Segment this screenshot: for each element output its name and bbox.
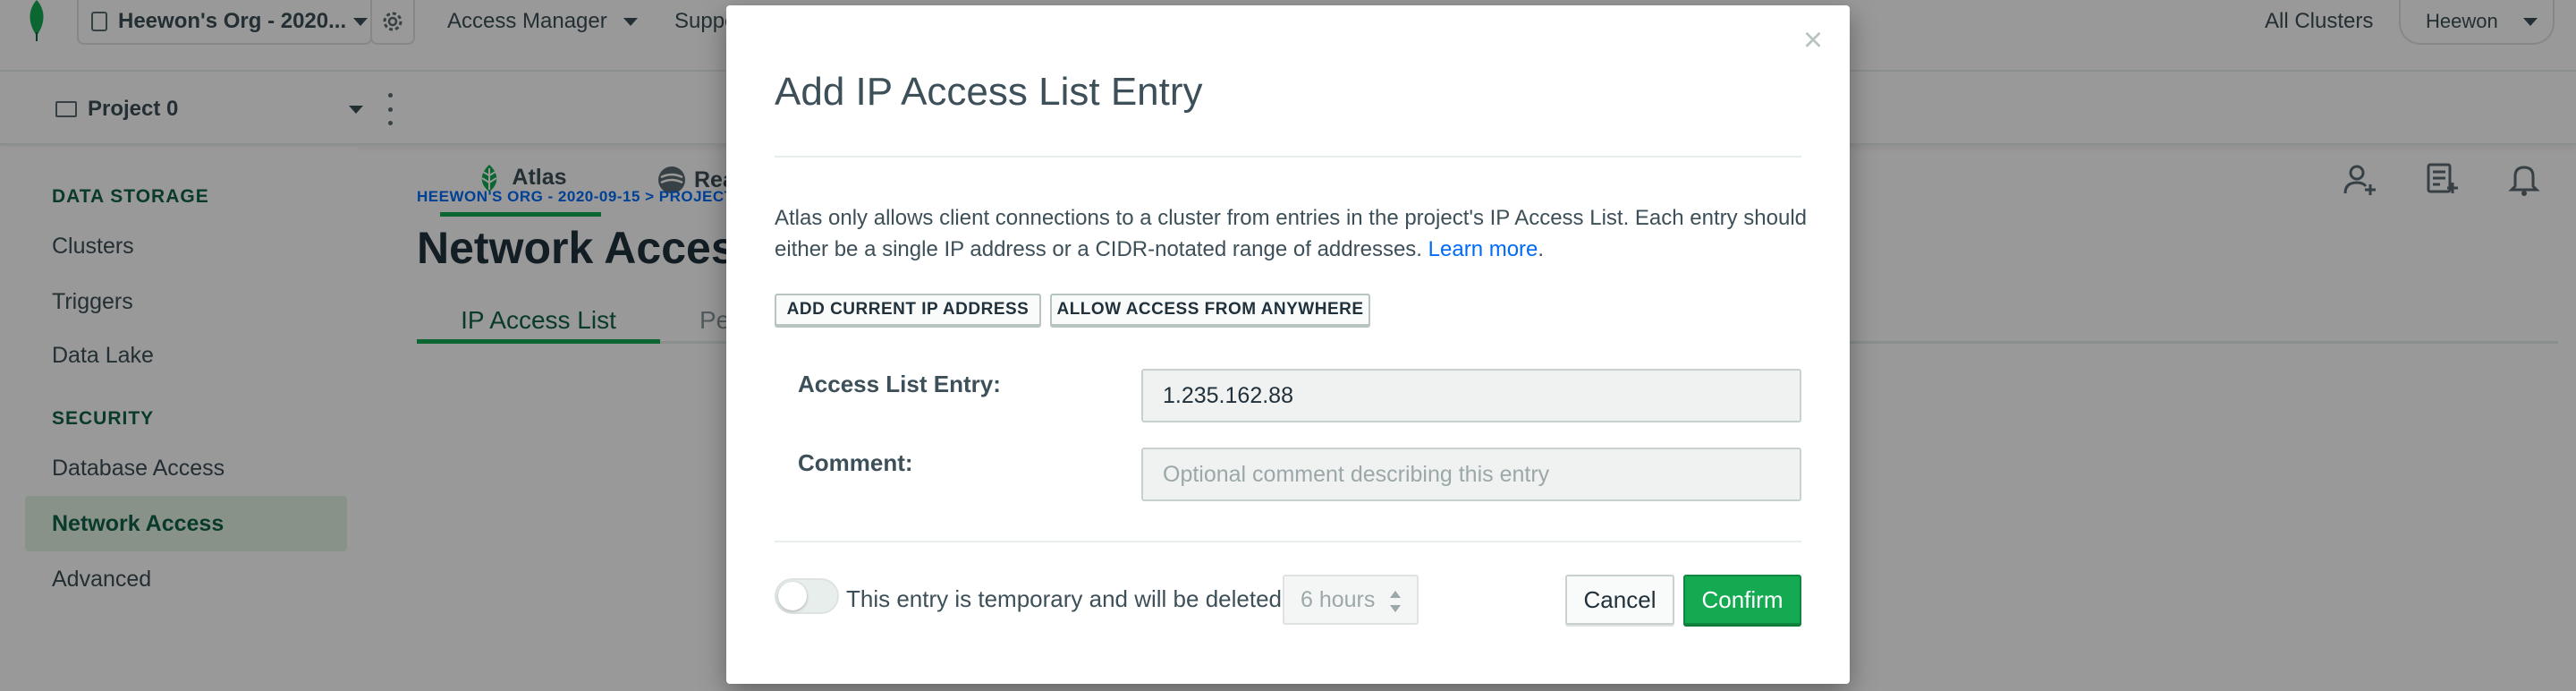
duration-value: 6 hours	[1301, 586, 1376, 612]
toggle-knob	[778, 582, 807, 610]
modal-header-divider	[775, 156, 1801, 158]
close-icon[interactable]: ×	[1800, 23, 1826, 57]
modal-footer-divider	[775, 541, 1801, 542]
confirm-button[interactable]: Confirm	[1683, 575, 1801, 625]
duration-select[interactable]: 6 hours	[1283, 575, 1419, 625]
learn-more-link[interactable]: Learn more	[1428, 237, 1538, 261]
temporary-entry-toggle[interactable]	[775, 578, 839, 614]
access-list-entry-label: Access List Entry:	[798, 371, 1001, 397]
add-ip-access-list-entry-modal: × Add IP Access List Entry Atlas only al…	[726, 5, 1850, 684]
description-period: .	[1538, 237, 1545, 261]
access-list-entry-input[interactable]	[1141, 369, 1801, 422]
cancel-button[interactable]: Cancel	[1565, 575, 1674, 625]
temporary-entry-text: This entry is temporary and will be dele…	[846, 585, 1307, 612]
modal-title: Add IP Access List Entry	[775, 70, 1203, 114]
add-current-ip-button[interactable]: ADD CURRENT IP ADDRESS	[775, 294, 1041, 326]
allow-access-from-anywhere-button[interactable]: ALLOW ACCESS FROM ANYWHERE	[1050, 294, 1370, 326]
select-arrows-icon	[1390, 591, 1401, 612]
comment-input[interactable]	[1141, 448, 1801, 501]
comment-label: Comment:	[798, 449, 913, 476]
modal-description: Atlas only allows client connections to …	[775, 202, 1812, 265]
modal-description-text: Atlas only allows client connections to …	[775, 206, 1808, 261]
